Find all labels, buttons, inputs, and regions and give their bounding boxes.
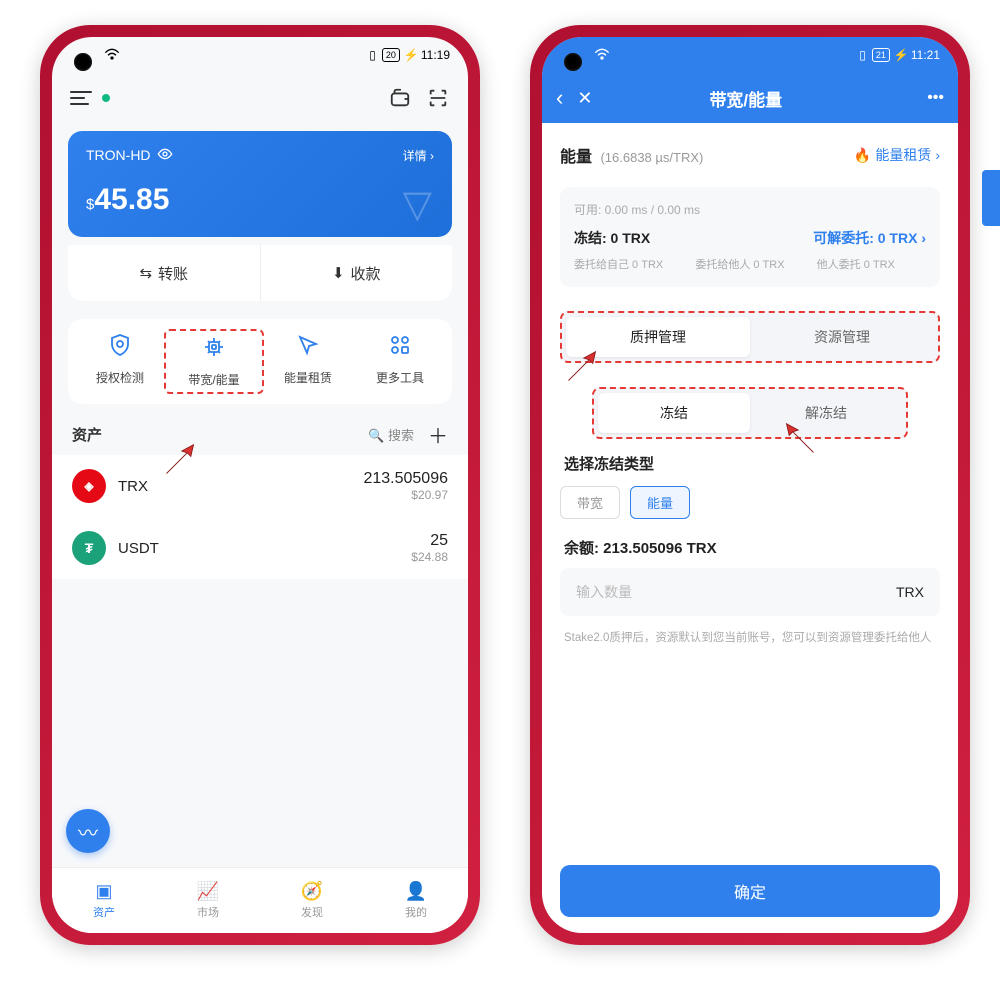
wallet-name: TRON-HD [86,147,151,163]
vibrate-icon: ▯ [859,48,866,62]
detail-link[interactable]: 详情 › [403,147,434,164]
annotation-arrow-icon [162,442,198,478]
available-text: 可用: 0.00 ms / 0.00 ms [574,201,926,218]
energy-label: 能量 [560,149,592,166]
page-header: ‹ ✕ 带宽/能量 ••• [542,73,958,123]
usdt-icon: ₮ [72,531,106,565]
tab-bar: ▣资产 📈市场 🧭发现 👤我的 [52,867,468,933]
tab-profile[interactable]: 👤我的 [364,868,468,933]
col-others: 委托给他人 0 TRX [695,258,804,273]
status-bar: ▯ 20 ⚡ 11:19 [52,37,468,73]
pill-energy[interactable]: 能量 [630,486,690,519]
network-status-dot [102,94,110,102]
segment-stake-manage: 质押管理 资源管理 [560,311,940,363]
seg-resource-manage[interactable]: 资源管理 [750,317,934,357]
profile-icon: 👤 [405,881,427,902]
cursor-icon [296,333,320,363]
grid-icon [388,333,412,363]
chip-icon [202,335,226,365]
scan-icon[interactable] [426,86,450,110]
status-time: 11:19 [421,48,450,62]
compass-icon: 🧭 [301,881,323,902]
balance-label: 余额: 213.505096 TRX [542,527,958,562]
screen-right: ▯ 21 ⚡ 11:21 ‹ ✕ 带宽/能量 ••• 能量 (16.6838 µ… [542,37,958,933]
market-icon: 📈 [197,881,219,902]
fire-icon: 🔥 [854,147,871,164]
amount-placeholder: 输入数量 [576,582,896,602]
annotation-arrow-icon [782,421,818,457]
tab-assets[interactable]: ▣资产 [52,868,156,933]
status-time: 11:21 [911,48,940,62]
stake-hint: Stake2.0质押后，资源默认到您当前账号，您可以到资源管理委托给他人 [542,622,958,655]
add-asset-button[interactable]: ＋ [428,420,448,449]
seg-unfreeze[interactable]: 解冻结 [750,393,902,433]
tool-bandwidth-energy[interactable]: 带宽/能量 [164,329,264,394]
screen-left: ▯ 20 ⚡ 11:19 TRON-HD [52,37,468,933]
topbar [52,73,468,123]
delegatable-link[interactable]: 可解委托: 0 TRX › [813,228,926,248]
action-row: ⇆ 转账 ⬇ 收款 [68,245,452,301]
segment-freeze: 冻结 解冻结 [592,387,908,439]
transfer-button[interactable]: ⇆ 转账 [68,245,261,301]
chevron-right-icon: › [935,147,940,163]
camera-hole [74,53,92,71]
frozen-amount: 冻结: 0 TRX [574,228,650,248]
charging-icon: ⚡ [894,48,909,62]
tab-market[interactable]: 📈市场 [156,868,260,933]
tab-discover[interactable]: 🧭发现 [260,868,364,933]
freeze-type-pills: 带宽 能量 [542,478,958,527]
col-self: 委托给自己 0 TRX [574,258,683,273]
shield-icon [108,333,132,363]
confirm-button[interactable]: 确定 [560,865,940,917]
page-title: 带宽/能量 [578,86,913,111]
tool-grid: 授权检测 带宽/能量 能量租赁 更多工具 [68,319,452,404]
more-button[interactable]: ••• [927,89,944,107]
menu-icon[interactable] [70,91,92,105]
assets-title: 资产 [72,424,102,445]
camera-hole [564,53,582,71]
wifi-icon [104,47,120,64]
seg-freeze[interactable]: 冻结 [598,393,750,433]
assets-icon: ▣ [95,881,112,902]
tron-watermark-icon: ▽ [403,182,432,227]
amount-input[interactable]: 输入数量 TRX [560,568,940,616]
asset-row-usdt[interactable]: ₮ USDT 25$24.88 [52,517,468,579]
col-from-others: 他人委托 0 TRX [817,258,926,273]
energy-rate: (16.6838 µs/TRX) [600,150,703,165]
amount-unit: TRX [896,584,924,600]
assets-header: 资产 🔍 搜索 ＋ [52,414,468,455]
receive-button[interactable]: ⬇ 收款 [261,245,453,301]
fab-swap-button[interactable]: 〰 [66,809,110,853]
asset-row-trx[interactable]: ◈ TRX 213.505096$20.97 [52,455,468,517]
charging-icon: ⚡ [404,48,419,62]
wallet-card[interactable]: TRON-HD 详情 › $45.85 ▽ [68,131,452,237]
phone-right: ▯ 21 ⚡ 11:21 ‹ ✕ 带宽/能量 ••• 能量 (16.6838 µ… [530,25,970,945]
tool-auth-check[interactable]: 授权检测 [74,333,166,390]
back-button[interactable]: ‹ [556,85,563,111]
vibrate-icon: ▯ [369,48,376,62]
eye-icon[interactable] [157,147,173,163]
phone-left: ▯ 20 ⚡ 11:19 TRON-HD [40,25,480,945]
battery-icon: 21 [872,48,890,62]
wifi-icon [594,47,610,64]
side-tab-decoration [982,170,1000,226]
wallet-add-icon[interactable] [388,86,412,110]
resource-info-box: 可用: 0.00 ms / 0.00 ms 冻结: 0 TRX 可解委托: 0 … [560,187,940,287]
balance-amount: 45.85 [94,183,169,216]
search-button[interactable]: 🔍 搜索 [368,425,414,444]
rent-energy-link[interactable]: 🔥 能量租赁 › [854,145,940,165]
battery-icon: 20 [382,48,400,62]
freeze-type-title: 选择冻结类型 [542,449,958,478]
trx-icon: ◈ [72,469,106,503]
pill-bandwidth[interactable]: 带宽 [560,486,620,519]
tool-energy-rent[interactable]: 能量租赁 [262,333,354,390]
status-bar: ▯ 21 ⚡ 11:21 [542,37,958,73]
tool-more[interactable]: 更多工具 [354,333,446,390]
